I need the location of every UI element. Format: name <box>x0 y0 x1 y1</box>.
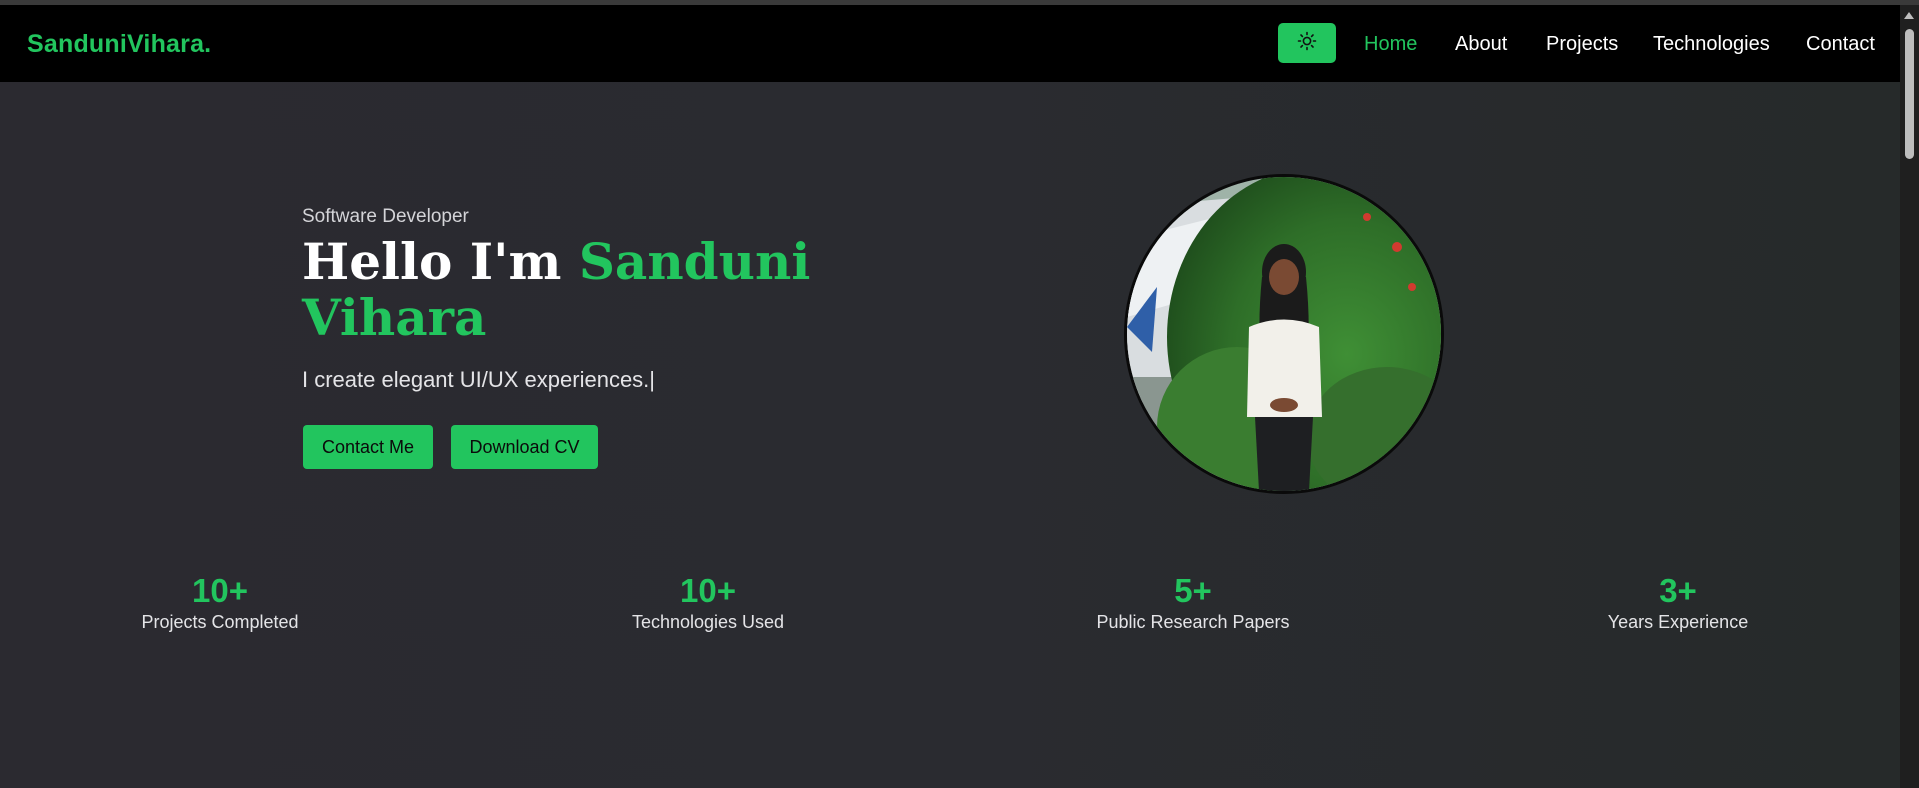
hero-greeting: Hello I'm <box>302 232 562 291</box>
stat-value: 10+ <box>192 572 248 609</box>
nav-technologies-link[interactable]: Technologies <box>1653 33 1770 56</box>
stat-projects: 10+ Projects Completed <box>90 572 350 633</box>
stat-value: 3+ <box>1659 572 1697 609</box>
scrollbar-thumb[interactable] <box>1905 29 1914 159</box>
contact-me-button[interactable]: Contact Me <box>303 425 433 469</box>
stat-technologies: 10+ Technologies Used <box>578 572 838 633</box>
stat-label: Projects Completed <box>141 612 299 632</box>
nav-projects-link[interactable]: Projects <box>1546 33 1618 56</box>
stat-experience: 3+ Years Experience <box>1548 572 1808 633</box>
page-scrollbar[interactable] <box>1900 5 1919 788</box>
hero-headline: Hello I'm Sanduni Vihara <box>302 234 862 346</box>
navbar: SanduniVihara. Home About Projects Techn… <box>0 5 1900 82</box>
brand-logo[interactable]: SanduniVihara. <box>27 30 211 59</box>
profile-photo <box>1124 174 1444 494</box>
download-cv-button[interactable]: Download CV <box>451 425 598 469</box>
stat-value: 5+ <box>1174 572 1212 609</box>
stat-value: 10+ <box>680 572 736 609</box>
nav-contact-link[interactable]: Contact <box>1806 33 1875 56</box>
nav-home-link[interactable]: Home <box>1364 33 1417 56</box>
stat-label: Public Research Papers <box>1096 612 1290 632</box>
stat-label: Years Experience <box>1607 612 1749 632</box>
scroll-up-arrow-icon[interactable] <box>1904 12 1914 19</box>
hero-tagline: I create elegant UI/UX experiences.| <box>302 367 656 392</box>
stat-research-papers: 5+ Public Research Papers <box>1063 572 1323 633</box>
hero-role: Software Developer <box>302 206 469 227</box>
nav-about-link[interactable]: About <box>1455 33 1507 56</box>
hero-section: Software Developer Hello I'm Sanduni Vih… <box>0 82 1900 788</box>
stat-label: Technologies Used <box>631 612 785 632</box>
sun-icon <box>1297 31 1317 56</box>
theme-toggle-button[interactable] <box>1278 23 1336 63</box>
